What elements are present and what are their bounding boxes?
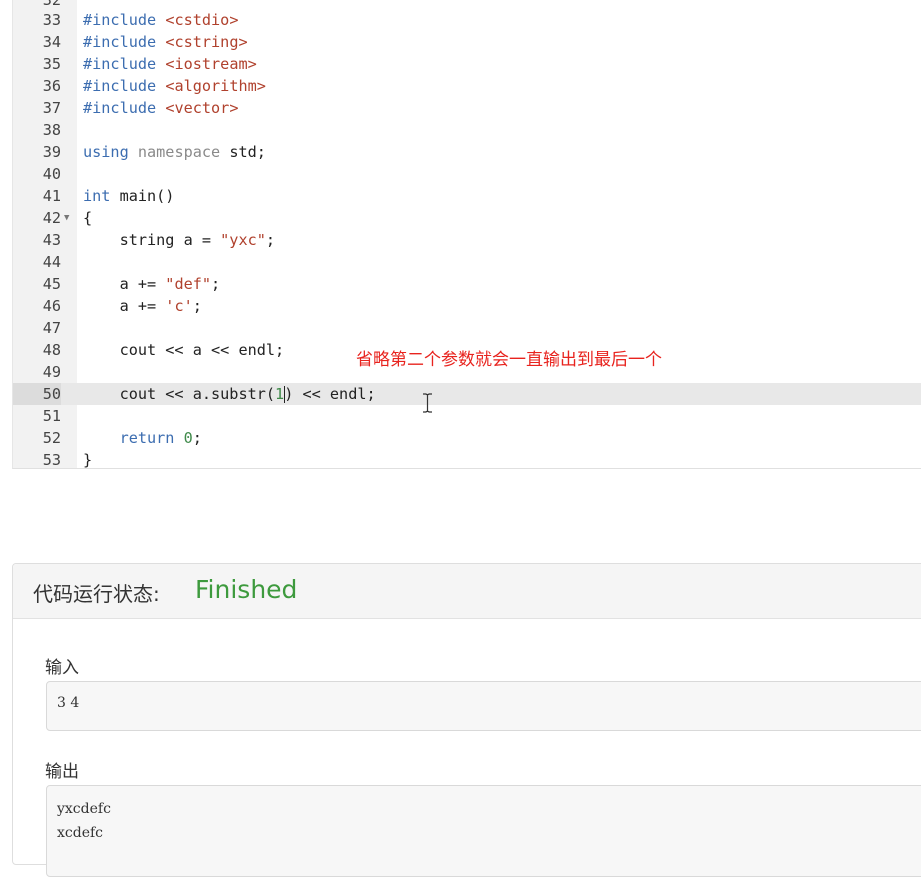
line-number: 51 [42,407,61,425]
output-label: 输出 [45,762,79,782]
line-number: 53 [42,451,61,469]
code-text: using namespace std; [83,143,266,161]
code-line[interactable]: 45 a += "def"; [13,273,921,295]
code-text: } [83,451,93,469]
code-line[interactable]: 52 return 0; [13,427,921,449]
run-result-panel: 代码运行状态: Finished 输入 3 4 输出 yxcdefc xcdef… [12,563,921,877]
input-label: 输入 [45,658,79,678]
line-number: 33 [42,11,61,29]
code-editor[interactable]: 32 33 #include <cstdio> 34 #include <cst… [12,0,921,469]
input-box[interactable]: 3 4 [46,681,921,731]
line-number: 45 [42,275,61,293]
fold-arrow-icon[interactable]: ▼ [64,207,69,229]
output-line: yxcdefc [57,801,111,817]
status-value: Finished [195,575,298,604]
line-number: 42 [42,209,61,227]
code-line[interactable]: 35 #include <iostream> [13,53,921,75]
line-number: 38 [42,121,61,139]
active-code-line[interactable]: 50 cout << a.substr(1) << endl; [13,383,921,405]
code-line[interactable]: 41 int main() [13,185,921,207]
code-text: int main() [83,187,175,205]
code-line[interactable]: 51 [13,405,921,427]
code-text: a += "def"; [83,275,221,293]
line-number: 43 [42,231,61,249]
line-number: 46 [42,297,61,315]
code-text: #include <iostream> [83,55,257,73]
line-number: 52 [42,429,61,447]
annotation-text: 省略第二个参数就会一直输出到最后一个 [356,350,662,370]
code-text: #include <vector> [83,99,239,117]
code-line[interactable]: 44 [13,251,921,273]
code-text: #include <cstdio> [83,11,239,29]
code-line[interactable]: 43 string a = "yxc"; [13,229,921,251]
line-number: 35 [42,55,61,73]
code-text: return 0; [119,429,202,447]
line-number: 47 [42,319,61,337]
code-text: { [83,209,93,227]
code-text: cout << a << endl; [83,341,285,359]
line-number: 49 [42,363,61,381]
line-number: 34 [42,33,61,51]
code-text: #include <algorithm> [83,77,266,95]
code-line[interactable]: 34 #include <cstring> [13,31,921,53]
output-box[interactable]: yxcdefc xcdefc [46,785,921,877]
code-line[interactable]: 36 #include <algorithm> [13,75,921,97]
code-line[interactable]: 40 [13,163,921,185]
text-cursor [283,386,285,403]
code-text: string a = "yxc"; [83,231,276,249]
line-number: 44 [42,253,61,271]
line-number: 37 [42,99,61,117]
line-number: 50 [13,383,61,405]
code-text: cout << a.substr(1) << endl; [83,385,376,403]
text-cursor-ibeam-icon [423,393,432,413]
code-line[interactable]: 37 #include <vector> [13,97,921,119]
code-text: #include <cstring> [83,33,248,51]
code-line[interactable]: 46 a += 'c'; [13,295,921,317]
line-number: 41 [42,187,61,205]
code-text: a += 'c'; [83,297,202,315]
code-line[interactable]: 33 #include <cstdio> [13,9,921,31]
line-number: 39 [42,143,61,161]
line-number: 40 [42,165,61,183]
run-status-header: 代码运行状态: Finished [13,564,921,619]
status-label: 代码运行状态: [33,582,160,606]
input-value: 3 4 [57,695,80,711]
code-line[interactable]: 39 using namespace std; [13,141,921,163]
line-number: 36 [42,77,61,95]
output-line: xcdefc [57,825,104,841]
code-line[interactable]: 47 [13,317,921,339]
code-line[interactable]: 53 } [13,449,921,469]
line-number: 48 [42,341,61,359]
code-line[interactable]: 38 [13,119,921,141]
code-line[interactable]: 42 ▼ { [13,207,921,229]
